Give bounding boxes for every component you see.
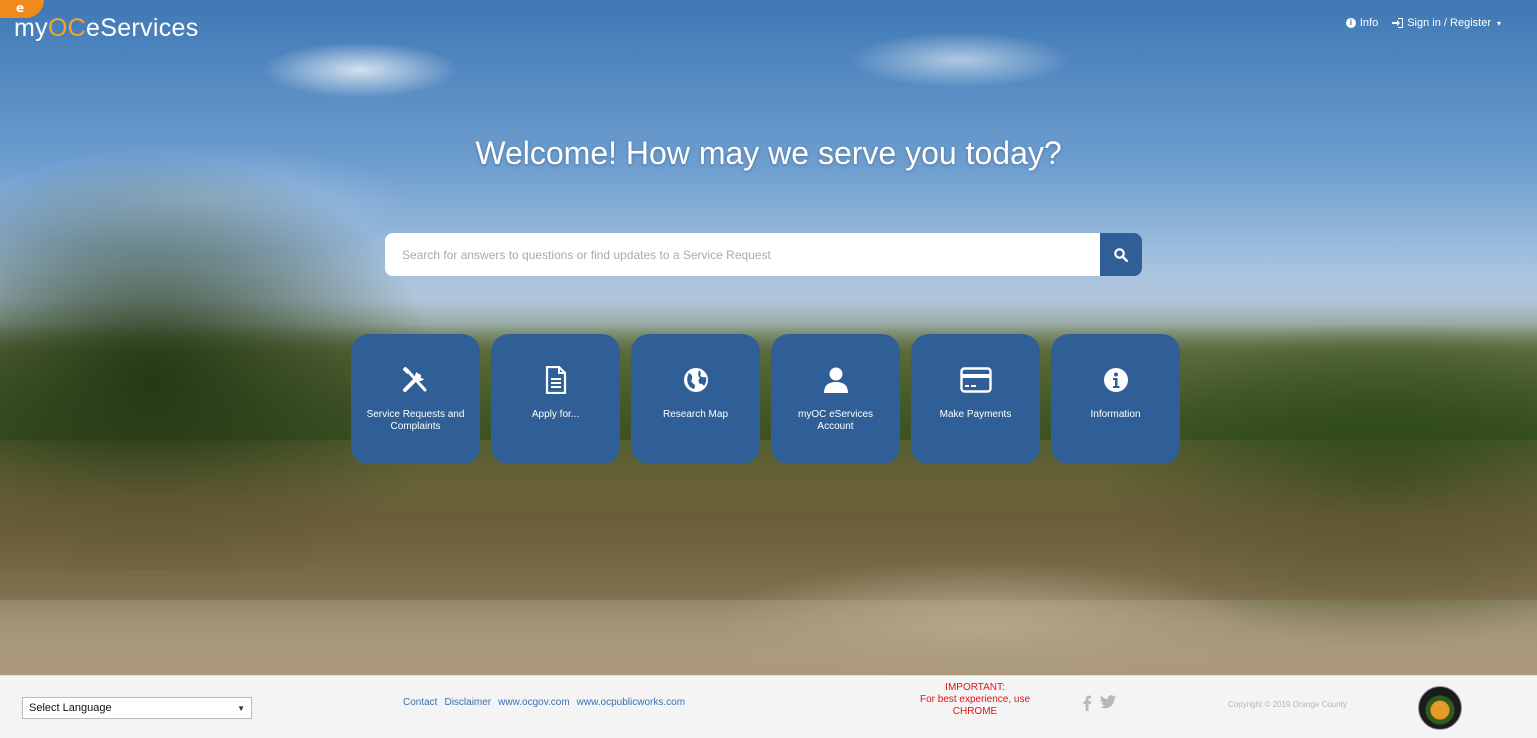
chevron-down-icon: ▼	[237, 703, 245, 713]
social-links	[1082, 695, 1116, 716]
brand-logo[interactable]: myOCeServices	[14, 14, 199, 46]
rocks-scenery	[0, 595, 1537, 675]
tile-label: myOC eServices Account	[797, 409, 873, 432]
tile-label: Make Payments	[939, 409, 1012, 420]
footer-link-ocpublicworks[interactable]: www.ocpublicworks.com	[577, 697, 685, 708]
brand-oc: OC	[47, 14, 87, 42]
top-nav: i Info Sign in / Register ▾	[1345, 17, 1501, 29]
browser-notice: IMPORTANT: For best experience, use CHRO…	[905, 682, 1045, 718]
notice-title: IMPORTANT:	[945, 682, 1005, 693]
tile-apply-for[interactable]: Apply for...	[491, 334, 620, 464]
search-input[interactable]	[385, 233, 1100, 276]
signin-label: Sign in / Register	[1407, 17, 1491, 29]
footer: Select Language ▼ Contact Disclaimer www…	[0, 675, 1537, 738]
search-icon	[1114, 247, 1128, 262]
tools-icon	[402, 366, 426, 392]
search-button[interactable]	[1100, 233, 1142, 276]
tile-label: Research Map	[662, 409, 729, 420]
corner-badge-label: e	[16, 1, 25, 15]
tile-service-requests[interactable]: Service Requests and Complaints	[351, 334, 480, 464]
document-icon	[545, 366, 566, 394]
tile-label: Apply for...	[531, 409, 580, 420]
language-select[interactable]: Select Language ▼	[22, 697, 252, 719]
tile-research-map[interactable]: Research Map	[631, 334, 760, 464]
welcome-heading: Welcome! How may we serve you today?	[475, 135, 1062, 171]
info-icon: i	[1345, 18, 1356, 28]
chevron-down-icon: ▾	[1496, 18, 1501, 28]
signin-dropdown[interactable]: Sign in / Register ▾	[1392, 17, 1501, 29]
tile-label: Service Requests and Complaints	[366, 409, 465, 432]
footer-link-contact[interactable]: Contact	[403, 697, 437, 708]
sign-in-icon	[1392, 18, 1404, 28]
twitter-icon[interactable]	[1100, 695, 1116, 716]
footer-link-ocgov[interactable]: www.ocgov.com	[498, 697, 570, 708]
tile-information[interactable]: Information	[1051, 334, 1180, 464]
language-select-value: Select Language	[29, 702, 112, 714]
county-seal-logo	[1418, 686, 1462, 730]
info-icon	[1103, 368, 1128, 392]
globe-icon	[683, 368, 708, 392]
user-icon	[823, 367, 848, 393]
brand-prefix: my	[14, 14, 48, 42]
search-bar	[385, 233, 1142, 276]
notice-text: For best experience, use CHROME	[919, 694, 1031, 717]
tile-account[interactable]: myOC eServices Account	[771, 334, 900, 464]
tile-label: Information	[1090, 409, 1141, 420]
copyright-text: Copyright © 2019 Orange County	[1228, 700, 1347, 709]
facebook-icon[interactable]	[1082, 695, 1092, 716]
info-label: Info	[1359, 17, 1379, 29]
brand-suffix: eServices	[86, 14, 199, 42]
service-tiles: Service Requests and Complaints Apply fo…	[351, 334, 1180, 464]
footer-link-disclaimer[interactable]: Disclaimer	[444, 697, 491, 708]
footer-links: Contact Disclaimer www.ocgov.com www.ocp…	[403, 697, 685, 708]
info-link[interactable]: i Info	[1345, 17, 1379, 29]
credit-card-icon	[959, 367, 992, 393]
tile-make-payments[interactable]: Make Payments	[911, 334, 1040, 464]
